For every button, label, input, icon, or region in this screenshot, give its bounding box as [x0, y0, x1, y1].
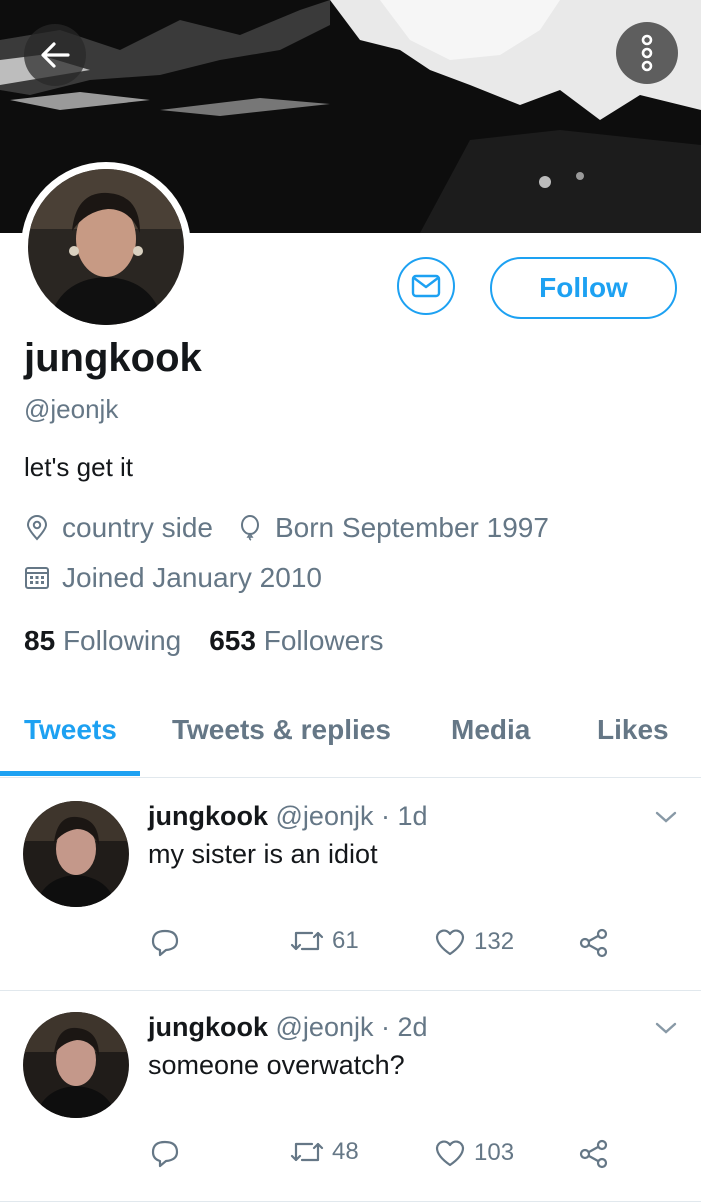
- followers-link[interactable]: 653 Followers: [209, 625, 383, 656]
- reply-button[interactable]: [150, 1138, 188, 1168]
- like-count: 103: [474, 1139, 515, 1166]
- tab-tweets-replies[interactable]: Tweets & replies: [172, 714, 391, 746]
- retweet-count: 61: [332, 927, 359, 954]
- following-label: Following: [62, 625, 182, 656]
- heart-icon: [435, 929, 465, 956]
- profile-location: country side: [62, 512, 213, 543]
- tweet-author-name[interactable]: jungkook: [148, 1012, 268, 1042]
- tweet-author-handle: @jeonjk: [275, 1012, 374, 1042]
- more-vertical-icon: [641, 34, 653, 72]
- balloon-icon: [240, 515, 259, 541]
- arrow-left-icon: [41, 42, 70, 68]
- tweet-header: jungkook @jeonjk · 1d: [148, 801, 428, 832]
- share-icon: [579, 928, 608, 958]
- tweet-author-handle: @jeonjk: [275, 801, 374, 831]
- like-count: 132: [474, 928, 515, 955]
- more-options-button[interactable]: [616, 22, 678, 84]
- following-count: 85: [24, 625, 56, 656]
- tweet-author-name[interactable]: jungkook: [148, 801, 268, 831]
- like-button[interactable]: 103: [434, 1138, 514, 1168]
- profile-birthday: Born September 1997: [274, 512, 549, 543]
- following-link[interactable]: 85 Following: [24, 625, 181, 656]
- reply-icon: [151, 1140, 179, 1168]
- tweet-text: someone overwatch?: [148, 1050, 405, 1080]
- profile-joined: Joined January 2010: [62, 562, 322, 593]
- follow-button[interactable]: Follow: [490, 257, 677, 319]
- follow-stats: 85 Following 653 Followers: [24, 625, 384, 657]
- profile-name: jungkook: [24, 336, 202, 380]
- reply-button[interactable]: [150, 927, 188, 957]
- tweet-text: my sister is an idiot: [148, 839, 378, 869]
- tweet-item[interactable]: jungkook @jeonjk · 2d someone overwatch?…: [0, 990, 701, 1202]
- tweet-header: jungkook @jeonjk · 2d: [148, 1012, 428, 1043]
- like-button[interactable]: 132: [434, 927, 514, 957]
- heart-icon: [435, 1140, 465, 1167]
- tab-media[interactable]: Media: [451, 714, 530, 746]
- followers-count: 653: [209, 625, 256, 656]
- tweet-time: · 1d: [381, 801, 428, 831]
- tweet-item[interactable]: jungkook @jeonjk · 1d my sister is an id…: [0, 779, 701, 991]
- chevron-down-icon[interactable]: [654, 809, 678, 825]
- envelope-icon: [411, 274, 441, 298]
- message-button[interactable]: [397, 257, 455, 315]
- tweet-avatar[interactable]: [23, 801, 129, 907]
- tweet-time: · 2d: [381, 1012, 428, 1042]
- retweet-count: 48: [332, 1138, 359, 1165]
- profile-bio: let's get it: [24, 452, 134, 482]
- location-pin-icon: [26, 515, 48, 541]
- tab-tweets[interactable]: Tweets: [24, 714, 117, 746]
- retweet-icon: [290, 931, 324, 951]
- back-button[interactable]: [24, 24, 86, 86]
- share-button[interactable]: [578, 927, 618, 959]
- profile-handle: @jeonjk: [24, 394, 119, 424]
- avatar-image: [28, 169, 184, 325]
- active-tab-indicator: [0, 771, 140, 776]
- profile-joined-row: Joined January 2010: [24, 562, 322, 594]
- retweet-icon: [290, 1142, 324, 1162]
- retweet-button[interactable]: 48: [290, 1138, 359, 1166]
- tweet-avatar[interactable]: [23, 1012, 129, 1118]
- profile-avatar[interactable]: [21, 162, 191, 332]
- profile-meta-row: country side Born September 1997: [24, 512, 549, 544]
- reply-icon: [151, 929, 179, 957]
- share-button[interactable]: [578, 1138, 618, 1170]
- profile-tabs: Tweets Tweets & replies Media Likes: [0, 700, 701, 778]
- calendar-icon: [25, 567, 49, 589]
- share-icon: [579, 1139, 608, 1169]
- retweet-button[interactable]: 61: [290, 927, 359, 955]
- chevron-down-icon[interactable]: [654, 1020, 678, 1036]
- tab-likes[interactable]: Likes: [597, 714, 669, 746]
- followers-label: Followers: [263, 625, 384, 656]
